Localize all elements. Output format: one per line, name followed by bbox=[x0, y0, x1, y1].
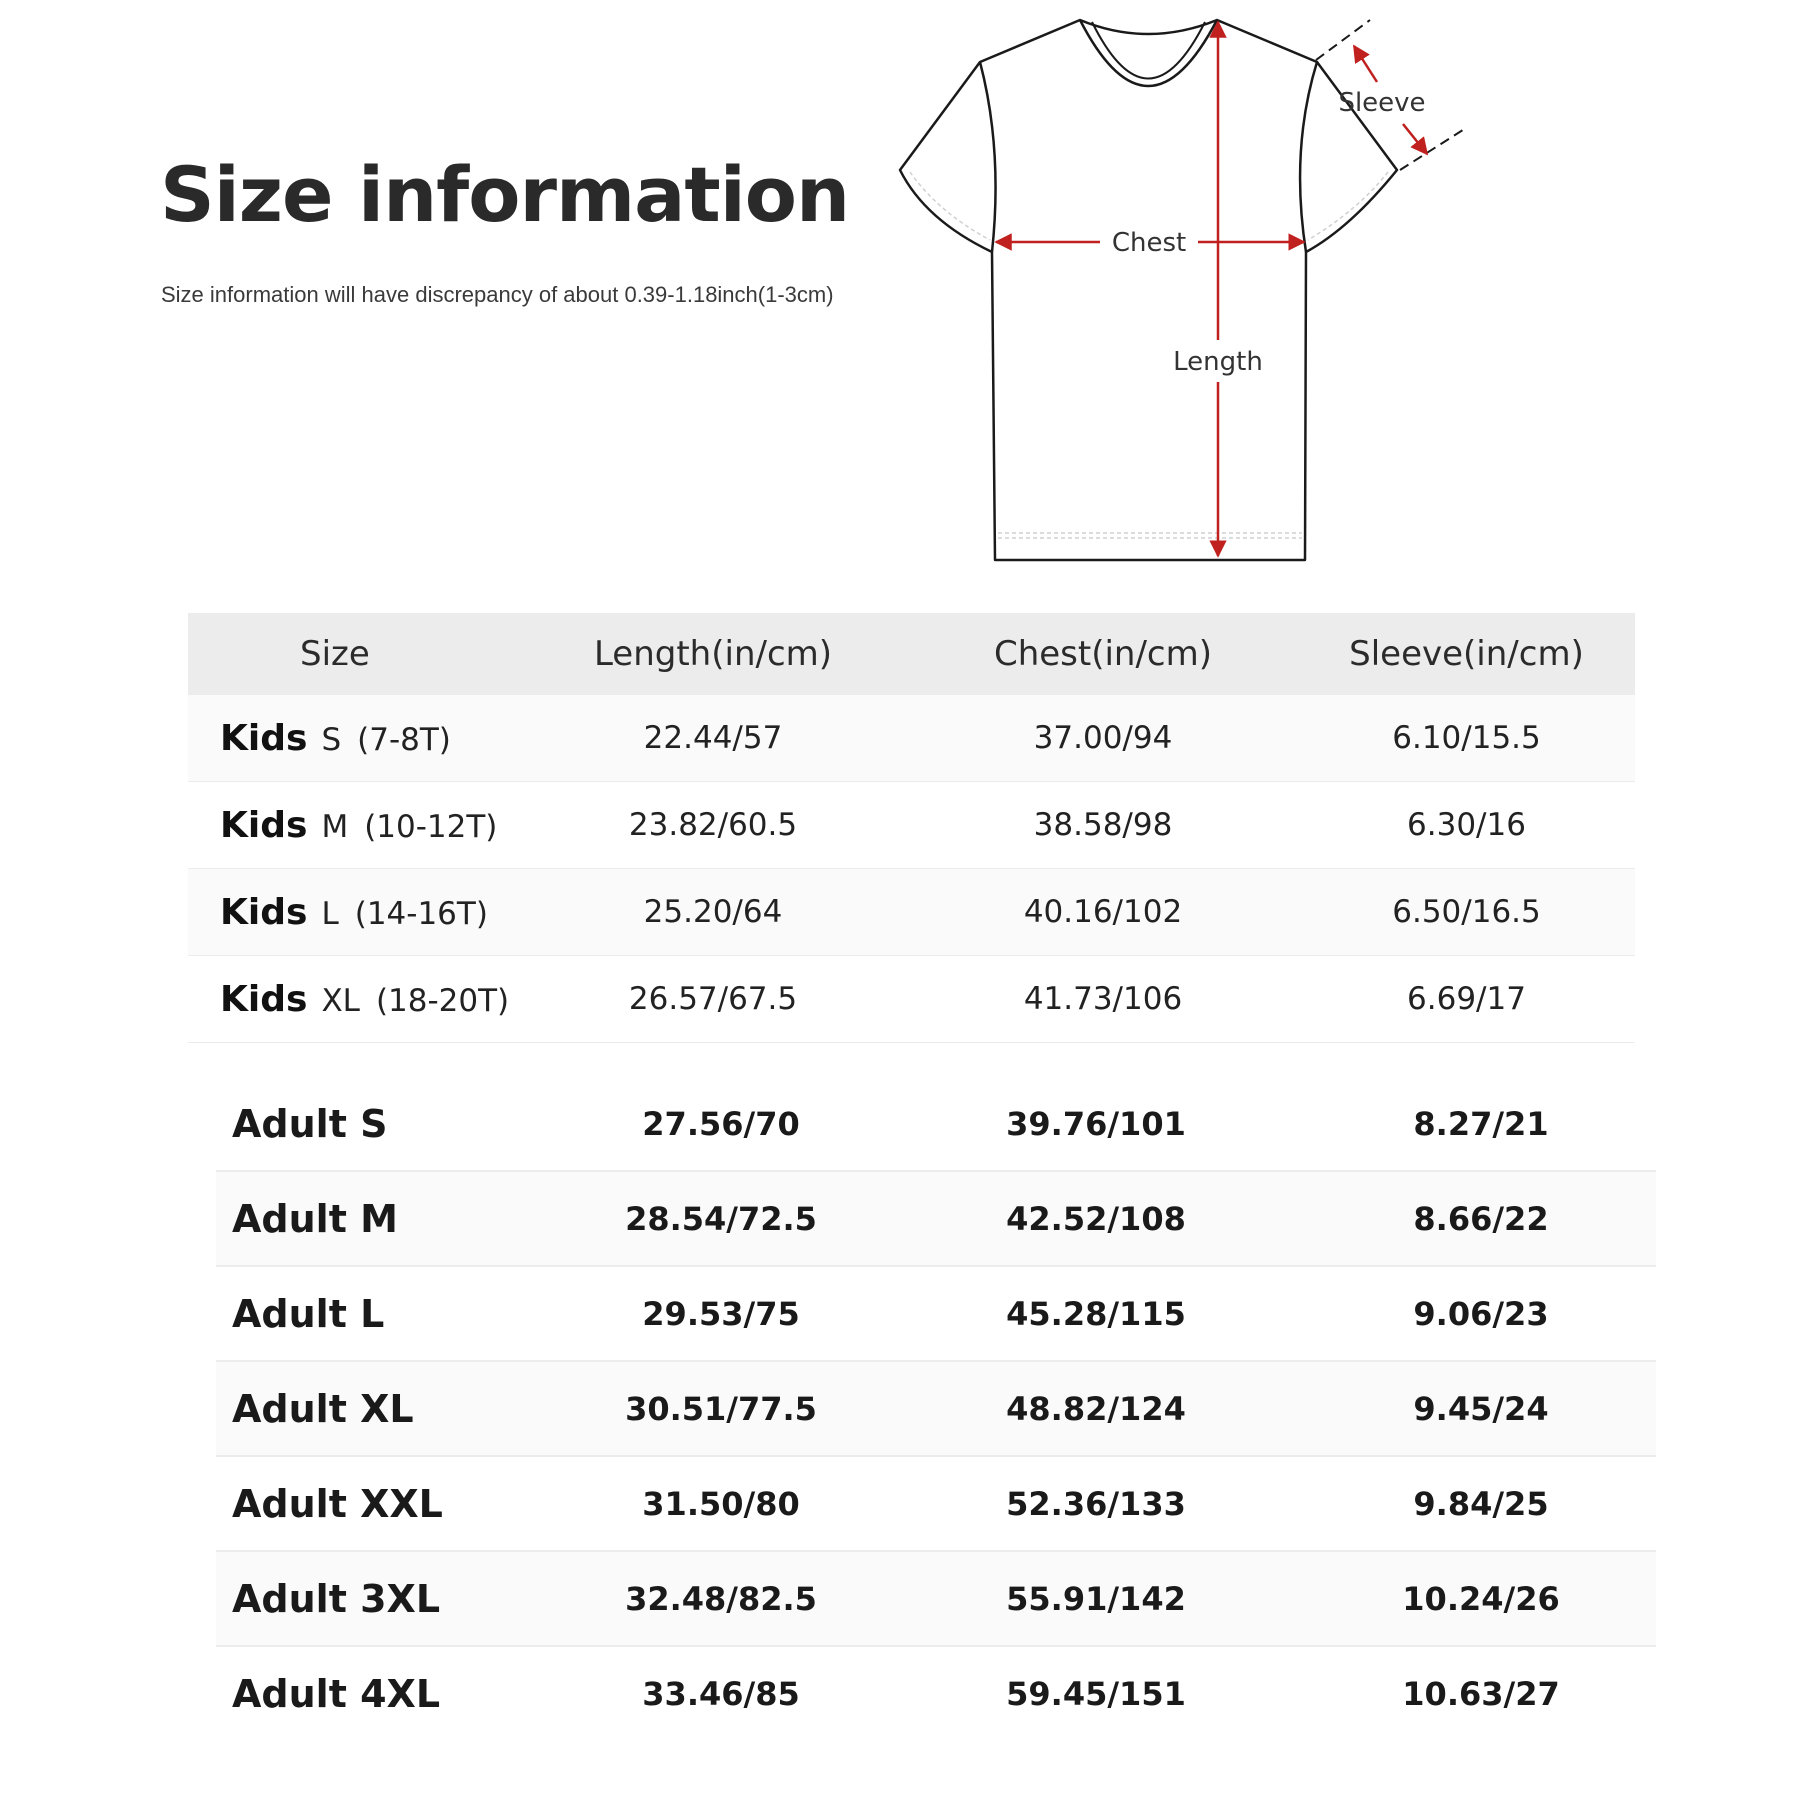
table-row: Adult L 29.53/75 45.28/115 9.06/23 bbox=[216, 1267, 1656, 1362]
length-cell: 22.44/57 bbox=[643, 720, 783, 756]
table-row: Kids M (10-12T) 23.82/60.5 38.58/98 6.30/1… bbox=[188, 782, 1635, 869]
length-cell: 32.48/82.5 bbox=[625, 1579, 817, 1618]
sleeve-arrow-top bbox=[1352, 44, 1379, 83]
kids-rows: Kids S (7-8T) 22.44/57 37.00/94 6.10/15.5 … bbox=[188, 695, 1635, 1043]
length-cell: 25.20/64 bbox=[643, 894, 783, 930]
group-label: Kids bbox=[220, 891, 308, 933]
size-cell: Adult L bbox=[232, 1291, 385, 1336]
adult-size-table: Adult S 27.56/70 39.76/101 8.27/21 Adult… bbox=[216, 1077, 1656, 1740]
length-cell: 27.56/70 bbox=[642, 1104, 800, 1143]
sleeve-label: Sleeve bbox=[1338, 88, 1425, 118]
sleeve-cell: 6.69/17 bbox=[1407, 981, 1526, 1017]
size-cell: Adult XL bbox=[232, 1386, 414, 1431]
group-label: Kids bbox=[220, 978, 308, 1020]
group-label: Kids bbox=[220, 717, 308, 759]
chest-cell: 45.28/115 bbox=[1006, 1294, 1186, 1333]
size-cell: Adult 4XL bbox=[232, 1671, 441, 1716]
sleeve-cell: 10.24/26 bbox=[1402, 1579, 1560, 1618]
size-cell: Adult 3XL bbox=[232, 1576, 441, 1621]
size-cell: Kids L (14-16T) bbox=[188, 892, 518, 933]
age-range: (18-20T) bbox=[375, 982, 510, 1019]
table-row: Adult 3XL 32.48/82.5 55.91/142 10.24/26 bbox=[216, 1552, 1656, 1647]
length-cell: 33.46/85 bbox=[642, 1674, 800, 1713]
header-length: Length(in/cm) bbox=[593, 634, 833, 674]
size-cell: Kids XL (18-20T) bbox=[188, 979, 518, 1020]
chest-cell: 40.16/102 bbox=[1023, 894, 1183, 930]
table-row: Adult M 28.54/72.5 42.52/108 8.66/22 bbox=[216, 1172, 1656, 1267]
length-cell: 29.53/75 bbox=[642, 1294, 800, 1333]
sleeve-cell: 6.30/16 bbox=[1407, 807, 1526, 843]
sleeve-guide-top bbox=[1315, 19, 1371, 61]
table-header: Size Length(in/cm) Chest(in/cm) Sleeve(i… bbox=[188, 613, 1635, 695]
sleeve-cell: 9.06/23 bbox=[1413, 1294, 1549, 1333]
size-cell: Adult M bbox=[232, 1196, 398, 1241]
chest-cell: 37.00/94 bbox=[1033, 720, 1173, 756]
age-range: (7-8T) bbox=[357, 721, 451, 758]
chest-cell: 42.52/108 bbox=[1006, 1199, 1186, 1238]
chest-label: Chest bbox=[1112, 228, 1186, 258]
age-range: (10-12T) bbox=[364, 808, 498, 845]
tshirt-measurement-diagram: Length Chest Sleeve bbox=[898, 18, 1467, 562]
page-title: Size information bbox=[160, 150, 850, 239]
sleeve-cell: 8.66/22 bbox=[1413, 1199, 1549, 1238]
chest-cell: 52.36/133 bbox=[1006, 1484, 1186, 1523]
sleeve-arrow-bottom bbox=[1402, 123, 1429, 156]
table-row: Kids S (7-8T) 22.44/57 37.00/94 6.10/15.5 bbox=[188, 695, 1635, 782]
header-sleeve: Sleeve(in/cm) bbox=[1349, 634, 1584, 674]
sleeve-cell: 10.63/27 bbox=[1402, 1674, 1560, 1713]
length-cell: 23.82/60.5 bbox=[628, 807, 798, 843]
chest-cell: 55.91/142 bbox=[1006, 1579, 1186, 1618]
size-label: M bbox=[321, 808, 349, 845]
size-cell: Adult XXL bbox=[232, 1481, 443, 1526]
size-cell: Adult S bbox=[232, 1101, 388, 1146]
chest-cell: 59.45/151 bbox=[1006, 1674, 1186, 1713]
sleeve-cell: 6.50/16.5 bbox=[1392, 894, 1541, 930]
chest-cell: 39.76/101 bbox=[1006, 1104, 1186, 1143]
sleeve-cell: 9.45/24 bbox=[1413, 1389, 1549, 1428]
discrepancy-note: Size information will have discrepancy o… bbox=[161, 282, 834, 307]
tshirt-outline bbox=[898, 18, 1399, 562]
length-cell: 26.57/67.5 bbox=[628, 981, 798, 1017]
table-row: Kids L (14-16T) 25.20/64 40.16/102 6.50/16… bbox=[188, 869, 1635, 956]
header-size: Size bbox=[300, 634, 370, 674]
size-label: L bbox=[321, 895, 339, 932]
table-row: Adult 4XL 33.46/85 59.45/151 10.63/27 bbox=[216, 1647, 1656, 1740]
age-range: (14-16T) bbox=[354, 895, 488, 932]
table-row: Kids XL (18-20T) 26.57/67.5 41.73/106 6.69… bbox=[188, 956, 1635, 1043]
table-row: Adult XXL 31.50/80 52.36/133 9.84/25 bbox=[216, 1457, 1656, 1552]
group-label: Kids bbox=[220, 804, 308, 846]
table-row: Adult XL 30.51/77.5 48.82/124 9.45/24 bbox=[216, 1362, 1656, 1457]
size-cell: Kids M (10-12T) bbox=[188, 805, 518, 846]
chest-cell: 38.58/98 bbox=[1033, 807, 1173, 843]
chest-cell: 48.82/124 bbox=[1006, 1389, 1186, 1428]
size-cell: Kids S (7-8T) bbox=[188, 718, 518, 759]
header-chest: Chest(in/cm) bbox=[993, 634, 1213, 674]
sleeve-cell: 9.84/25 bbox=[1413, 1484, 1549, 1523]
length-cell: 28.54/72.5 bbox=[625, 1199, 817, 1238]
size-label: XL bbox=[321, 982, 360, 1019]
sleeve-cell: 6.10/15.5 bbox=[1392, 720, 1541, 756]
kids-size-table: Size Length(in/cm) Chest(in/cm) Sleeve(i… bbox=[188, 613, 1635, 1043]
length-label: Length bbox=[1173, 347, 1263, 377]
length-cell: 31.50/80 bbox=[642, 1484, 800, 1523]
chest-cell: 41.73/106 bbox=[1023, 981, 1183, 1017]
table-row: Adult S 27.56/70 39.76/101 8.27/21 bbox=[216, 1077, 1656, 1172]
size-label: S bbox=[321, 721, 342, 758]
sleeve-cell: 8.27/21 bbox=[1413, 1104, 1549, 1143]
length-cell: 30.51/77.5 bbox=[625, 1389, 817, 1428]
